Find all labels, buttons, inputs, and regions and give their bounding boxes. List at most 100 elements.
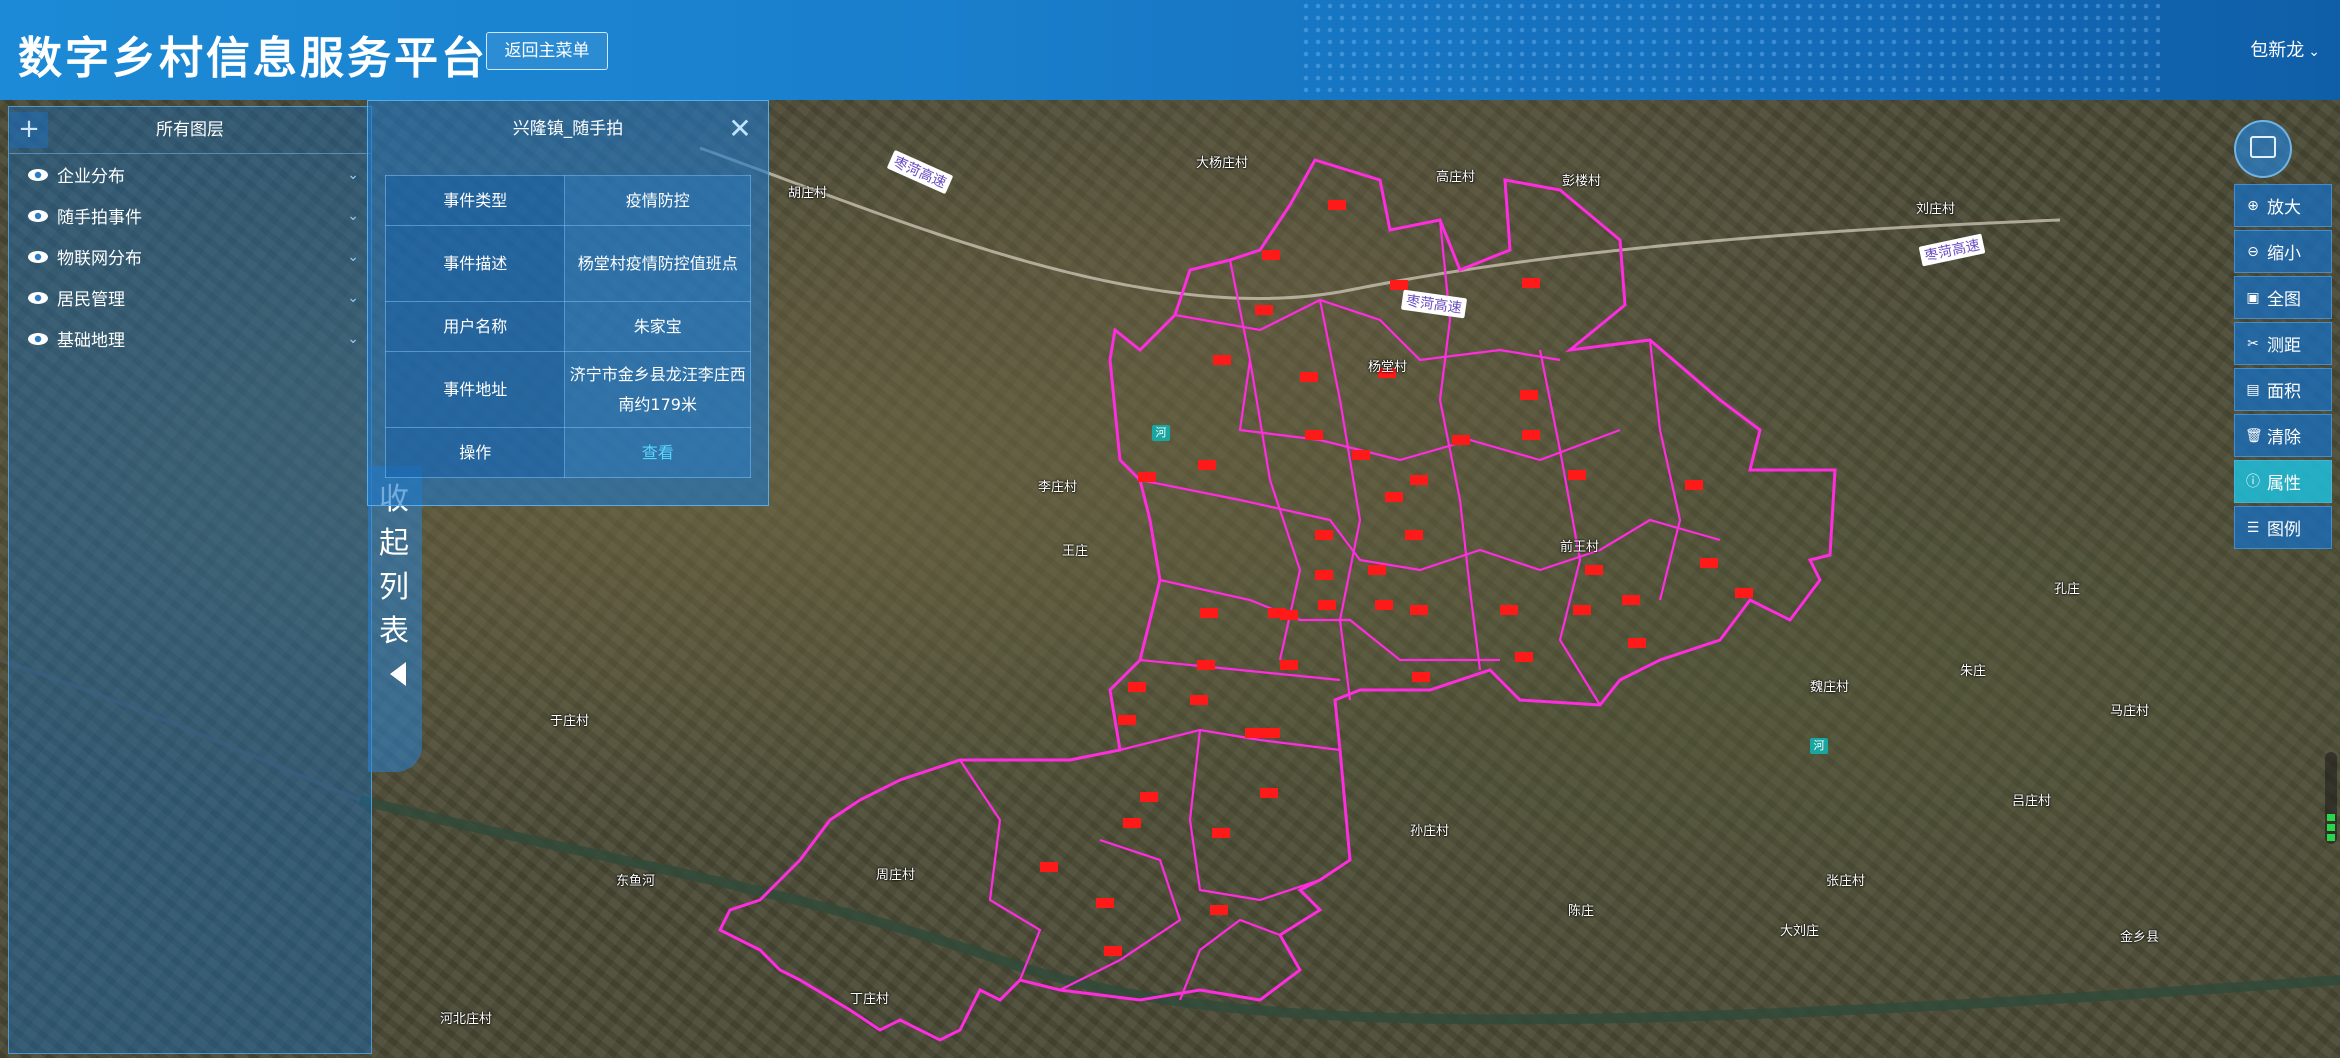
layer-item-snapshot-events[interactable]: 随手拍事件 ⌄: [9, 195, 371, 236]
layer-item-residents[interactable]: 居民管理 ⌄: [9, 277, 371, 318]
close-icon[interactable]: ✕: [726, 101, 754, 157]
button-label: 属性: [2267, 474, 2301, 494]
zoom-level-tick: [2327, 834, 2335, 841]
event-markers: [1040, 200, 1753, 956]
eye-icon: [28, 209, 48, 222]
info-icon: ⓘ: [2246, 473, 2260, 490]
legend-icon: ☰: [2246, 519, 2260, 536]
zoom-level-tick: [2327, 824, 2335, 831]
attribute-button[interactable]: ⓘ 属性: [2234, 460, 2332, 503]
chevron-down-icon[interactable]: ⌄: [347, 208, 359, 224]
chevron-down-icon[interactable]: ⌄: [347, 167, 359, 183]
app-title: 数字乡村信息服务平台: [18, 33, 488, 84]
popup-title: 兴隆镇_随手拍: [512, 119, 624, 139]
chevron-down-icon[interactable]: ⌄: [347, 290, 359, 306]
village-label: 杨堂村: [1368, 360, 1408, 375]
village-boundaries: [959, 219, 1721, 1001]
chevron-down-icon[interactable]: ⌄: [347, 331, 359, 347]
village-label: 马庄村: [2110, 704, 2150, 719]
back-to-main-menu-button[interactable]: 返回主菜单: [486, 32, 608, 70]
button-label: 放大: [2267, 198, 2301, 218]
village-label: 王庄: [1062, 544, 1089, 559]
table-row: 操作 查看: [384, 427, 751, 478]
layer-item-iot[interactable]: 物联网分布 ⌄: [9, 236, 371, 277]
table-row: 事件类型 疫情防控: [384, 175, 751, 226]
layer-panel: 所有图层 企业分布 ⌄ 随手拍事件 ⌄ 物联网分布 ⌄ 居民管理 ⌄ 基础地理 …: [8, 106, 372, 1054]
clear-button[interactable]: 🗑 清除: [2234, 414, 2332, 457]
popup-header: 兴隆镇_随手拍 ✕: [368, 101, 768, 157]
village-label: 河北庄村: [440, 1012, 493, 1027]
field-value: 朱家宝: [564, 301, 751, 352]
button-label: 清除: [2267, 428, 2301, 448]
village-label: 吕庄村: [2012, 794, 2052, 809]
zoom-in-button[interactable]: ⊕ 放大: [2234, 184, 2332, 227]
village-label: 丁庄村: [850, 992, 890, 1007]
village-label: 张庄村: [1826, 874, 1866, 889]
eye-icon: [28, 250, 48, 263]
eye-icon: [28, 332, 48, 345]
field-key: 事件地址: [384, 351, 566, 428]
field-value: 杨堂村疫情防控值班点: [564, 225, 751, 302]
layer-item-label: 基础地理: [57, 331, 125, 351]
chevron-down-icon[interactable]: ⌄: [347, 249, 359, 265]
legend-button[interactable]: ☰ 图例: [2234, 506, 2332, 549]
zoom-in-icon: ⊕: [2247, 197, 2259, 214]
table-row: 事件地址 济宁市金乡县龙汪李庄西南约179米: [384, 351, 751, 428]
table-row: 用户名称 朱家宝: [384, 301, 751, 352]
layer-item-label: 居民管理: [57, 290, 125, 310]
village-label: 大刘庄: [1780, 924, 1820, 939]
field-value: 济宁市金乡县龙汪李庄西南约179米: [564, 351, 751, 428]
view-link[interactable]: 查看: [642, 443, 674, 462]
button-label: 测距: [2267, 336, 2301, 356]
road-shield-icon: 河: [1152, 425, 1170, 441]
village-label: 高庄村: [1436, 170, 1476, 185]
zoom-level-slider[interactable]: [2325, 752, 2337, 844]
village-label: 李庄村: [1038, 480, 1078, 495]
layer-item-label: 物联网分布: [57, 249, 142, 269]
button-label: 全图: [2267, 290, 2301, 310]
full-extent-button[interactable]: ▣ 全图: [2234, 276, 2332, 319]
full-extent-icon: ▣: [2246, 289, 2260, 306]
map-toolbar: ⊕ 放大 ⊖ 缩小 ▣ 全图 ✂ 测距 ▤ 面积 🗑 清除 ⓘ 属性 ☰ 图例: [2234, 184, 2332, 552]
village-label: 朱庄: [1960, 664, 1987, 679]
road-shield-icon: 河: [1810, 738, 1828, 754]
village-label: 孙庄村: [1410, 824, 1450, 839]
village-label: 刘庄村: [1916, 202, 1956, 217]
layer-panel-title: 所有图层: [9, 107, 371, 154]
layer-item-label: 随手拍事件: [57, 208, 142, 228]
measure-distance-icon: ✂: [2247, 335, 2259, 352]
field-key: 操作: [384, 427, 566, 478]
arrow-left-icon: [390, 662, 406, 686]
village-label: 于庄村: [550, 714, 590, 729]
village-label: 陈庄: [1568, 904, 1595, 919]
button-label: 图例: [2267, 520, 2301, 540]
layer-item-label: 企业分布: [57, 167, 125, 187]
zoom-out-icon: ⊖: [2247, 243, 2259, 260]
village-label: 东鱼河: [616, 874, 656, 889]
layer-switch-button[interactable]: [2234, 120, 2292, 178]
eye-icon: [28, 291, 48, 304]
field-value: 查看: [564, 427, 751, 478]
eye-icon: [28, 168, 48, 181]
field-key: 用户名称: [384, 301, 566, 352]
user-name: 包新龙: [2250, 40, 2305, 61]
zoom-in-plus-icon[interactable]: +: [10, 112, 48, 148]
chevron-down-icon: ⌄: [2308, 44, 2320, 60]
field-key: 事件类型: [384, 175, 566, 226]
river-line: [358, 795, 2340, 1025]
measure-area-button[interactable]: ▤ 面积: [2234, 368, 2332, 411]
zoom-level-tick: [2327, 814, 2335, 821]
layer-item-base-geography[interactable]: 基础地理 ⌄: [9, 318, 371, 359]
user-menu[interactable]: 包新龙 ⌄: [2250, 36, 2320, 62]
collapse-list-tab[interactable]: 收起列表: [368, 466, 422, 772]
zoom-out-button[interactable]: ⊖ 缩小: [2234, 230, 2332, 273]
village-label: 胡庄村: [788, 186, 828, 201]
measure-distance-button[interactable]: ✂ 测距: [2234, 322, 2332, 365]
village-label: 孔庄: [2054, 582, 2081, 597]
button-label: 面积: [2267, 382, 2301, 402]
layer-item-enterprise[interactable]: 企业分布 ⌄: [9, 154, 371, 195]
event-detail-table: 事件类型 疫情防控 事件描述 杨堂村疫情防控值班点 用户名称 朱家宝 事件地址 …: [384, 175, 751, 478]
event-info-popup: 兴隆镇_随手拍 ✕ 事件类型 疫情防控 事件描述 杨堂村疫情防控值班点 用户名称…: [367, 100, 769, 506]
village-label: 周庄村: [876, 868, 916, 883]
measure-area-icon: ▤: [2246, 381, 2260, 398]
